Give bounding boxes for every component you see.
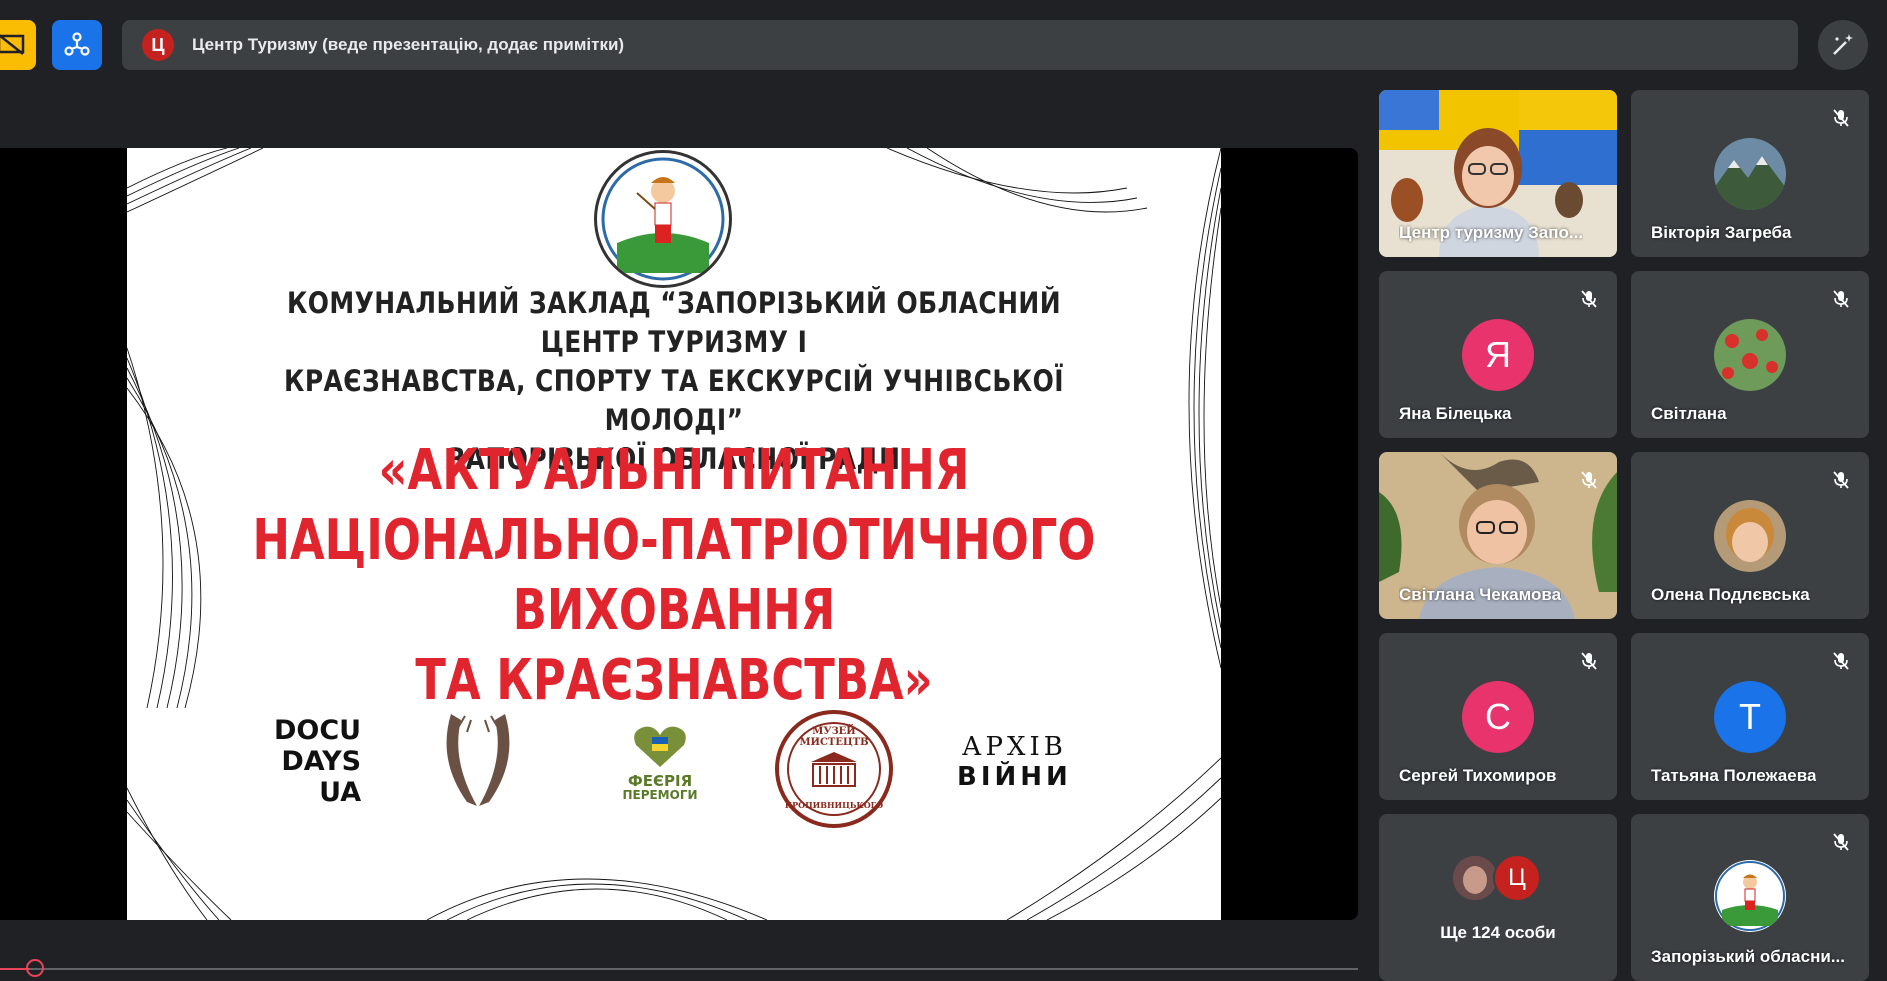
war-word: ВІЙНИ: [957, 762, 1072, 792]
more-participants-tile[interactable]: Ц Ще 124 особи: [1379, 814, 1617, 981]
feeria-peremogy-logo: ФЕЄРІЯ ПЕРЕМОГИ: [622, 723, 698, 801]
poppies-photo: [1714, 319, 1786, 391]
mountain-photo: [1714, 138, 1786, 210]
presenter-banner: Ц Центр Туризму (веде презентацію, додає…: [122, 20, 1798, 70]
participant-name: Яна Білецька: [1399, 404, 1512, 423]
peremogy-word: ПЕРЕМОГИ: [622, 788, 698, 802]
participant-avatar-photo: [1714, 319, 1786, 391]
participant-avatar-letter: Т: [1714, 681, 1786, 753]
feeria-word: ФЕЄРІЯ: [627, 772, 693, 790]
timeline-track: [0, 968, 1358, 970]
ua-word: UA: [319, 777, 362, 808]
participant-avatar-photo: [1714, 138, 1786, 210]
mic-off-icon: [1581, 652, 1597, 670]
docu-word: DOCU: [274, 715, 362, 746]
days-word: DAYS: [281, 746, 362, 777]
org-line-2: КРАЄЗНАВСТВА, СПОРТУ ТА ЕКСКУРСІЙ УЧНІВС…: [284, 364, 1064, 437]
portrait-photo: [1714, 500, 1786, 572]
participant-name: Світлана Чекамова: [1399, 585, 1562, 604]
mic-off-icon: [1833, 652, 1849, 670]
presentation-slide: КОМУНАЛЬНИЙ ЗАКЛАД “ЗАПОРІЗЬКИЙ ОБЛАСНИЙ…: [127, 148, 1221, 920]
participant-tile[interactable]: Я Яна Білецька: [1379, 271, 1617, 438]
screen-share-off-button[interactable]: [0, 20, 36, 70]
horseshoe-wings-logo: [446, 714, 510, 806]
slide-title: «АКТУАЛЬНІ ПИТАННЯ НАЦІОНАЛЬНО-ПАТРІОТИЧ…: [236, 436, 1111, 716]
museum-seal-bottom-text: КРОПИВНИЦЬКОГО: [784, 800, 884, 810]
participant-name: Татьяна Полежаева: [1651, 766, 1817, 785]
participant-name: Запорізький обласни...: [1651, 947, 1845, 966]
more-participants-count: Ще 124 особи: [1440, 923, 1556, 942]
boy-emblem-icon: [1715, 861, 1785, 931]
war-archive-logo: АРХІВ ВІЙНИ: [957, 732, 1072, 792]
activities-button[interactable]: [52, 20, 102, 70]
org-line-1: КОМУНАЛЬНИЙ ЗАКЛАД “ЗАПОРІЗЬКИЙ ОБЛАСНИЙ…: [286, 286, 1062, 359]
mic-off-icon: [1833, 471, 1849, 489]
participant-tile[interactable]: Світлана: [1631, 271, 1869, 438]
participant-avatar-letter: Я: [1462, 319, 1534, 391]
museum-building-icon: [811, 752, 857, 787]
participant-name: Олена Подлєвська: [1651, 585, 1810, 604]
scout-emblem-logo: [594, 150, 732, 288]
mic-off-icon: [1581, 290, 1597, 308]
museum-seal-top-text: МУЗЕЙ МИСТЕЦТВ: [799, 726, 869, 748]
participant-avatar-photo: [1714, 860, 1786, 932]
participant-avatar-photo: [1453, 856, 1497, 900]
pen-sparkle-icon: [1833, 34, 1853, 55]
title-line-1: «АКТУАЛЬНІ ПИТАННЯ: [378, 438, 970, 503]
presenter-status: Центр Туризму (веде презентацію, додає п…: [192, 35, 625, 54]
timeline-handle[interactable]: [26, 959, 44, 977]
mic-off-icon: [1833, 833, 1849, 851]
participant-avatar-letter: С: [1462, 681, 1534, 753]
mic-off-icon: [1833, 290, 1849, 308]
docudays-logo: DOCU DAYS UA: [274, 715, 361, 808]
archive-word: АРХІВ: [961, 732, 1067, 762]
title-line-3: ТА КРАЄЗНАВСТВА»: [415, 648, 933, 713]
activities-icon: [64, 32, 90, 56]
participant-tile[interactable]: Центр туризму Запо...: [1379, 90, 1617, 257]
participant-name: Вікторія Загреба: [1651, 223, 1792, 242]
participant-tile[interactable]: Вікторія Загреба: [1631, 90, 1869, 257]
more-avatars-stack: Ц: [1453, 854, 1553, 902]
participant-name: Світлана: [1651, 404, 1727, 423]
participant-tile[interactable]: Т Татьяна Полежаева: [1631, 633, 1869, 800]
participant-tile[interactable]: Світлана Чекамова: [1379, 452, 1617, 619]
participant-avatar-letter: Ц: [1493, 854, 1541, 902]
art-museum-seal-logo: МУЗЕЙ МИСТЕЦТВ КРОПИВНИЦЬКОГО: [775, 710, 893, 828]
screen-share-off-icon: [0, 34, 25, 55]
feeria-heart-icon: [634, 726, 686, 767]
participant-avatar-photo: [1714, 500, 1786, 572]
mic-off-icon: [1581, 471, 1597, 489]
annotate-button[interactable]: [1818, 20, 1868, 70]
mic-off-icon: [1833, 109, 1849, 127]
participant-tile[interactable]: Олена Подлєвська: [1631, 452, 1869, 619]
participant-tile[interactable]: С Сергей Тихомиров: [1379, 633, 1617, 800]
participant-name: Сергей Тихомиров: [1399, 766, 1557, 785]
presenter-avatar: Ц: [142, 29, 174, 61]
participant-name: Центр туризму Запо...: [1399, 223, 1584, 242]
title-line-2: НАЦІОНАЛЬНО-ПАТРІОТИЧНОГО ВИХОВАННЯ: [252, 508, 1096, 643]
participant-tile[interactable]: Запорізький обласни...: [1631, 814, 1869, 981]
boy-emblem-icon: [601, 157, 725, 281]
